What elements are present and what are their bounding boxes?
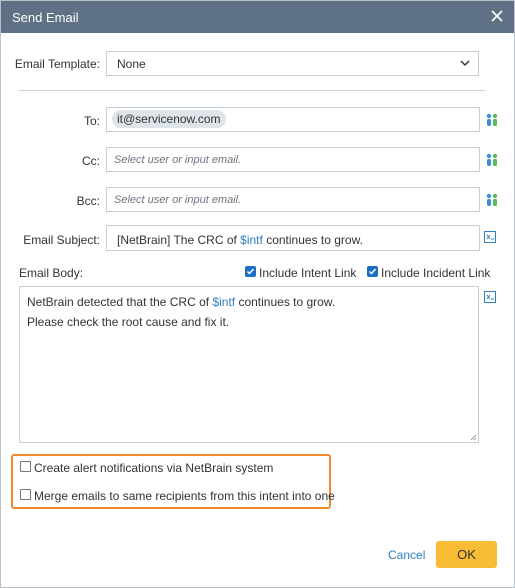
cancel-button[interactable]: Cancel <box>388 548 425 562</box>
bcc-label: Bcc: <box>76 194 100 208</box>
people-icon[interactable] <box>485 113 499 127</box>
include-incident-link-label[interactable]: Include Incident Link <box>381 266 490 280</box>
include-incident-link-checkbox[interactable] <box>367 266 378 277</box>
people-icon[interactable] <box>485 193 499 207</box>
body-variable: $intf <box>212 295 236 309</box>
template-select[interactable]: None <box>106 51 479 76</box>
body-label: Email Body: <box>19 266 84 280</box>
recipient-chip[interactable]: it@servicenow.com <box>112 110 226 128</box>
people-icon[interactable] <box>485 153 499 167</box>
create-alert-checkbox[interactable] <box>20 461 31 472</box>
email-body-textarea[interactable]: NetBrain detected that the CRC of $intf … <box>19 286 479 443</box>
close-icon[interactable] <box>486 5 508 27</box>
check-icon <box>246 268 255 275</box>
variable-icon[interactable] <box>484 291 496 303</box>
to-label: To: <box>83 114 100 128</box>
dialog-titlebar: Send Email <box>1 1 514 33</box>
include-intent-link-label[interactable]: Include Intent Link <box>259 266 356 280</box>
merge-emails-label[interactable]: Merge emails to same recipients from thi… <box>34 489 335 503</box>
subject-label: Email Subject: <box>23 233 100 247</box>
subject-variable: $intf <box>240 233 263 247</box>
bcc-field[interactable]: Select user or input email. <box>106 187 480 212</box>
chevron-down-icon <box>460 60 470 67</box>
bcc-placeholder: Select user or input email. <box>114 194 242 206</box>
ok-button[interactable]: OK <box>436 541 497 568</box>
subject-text: [NetBrain] The CRC of $intf continues to… <box>117 233 363 247</box>
template-label: Email Template: <box>14 57 100 71</box>
check-icon <box>368 268 377 275</box>
dialog-title: Send Email <box>12 10 79 25</box>
create-alert-label[interactable]: Create alert notifications via NetBrain … <box>34 461 273 475</box>
cc-label: Cc: <box>82 154 100 168</box>
cc-placeholder: Select user or input email. <box>114 154 242 166</box>
merge-emails-checkbox[interactable] <box>20 489 31 500</box>
subject-input[interactable]: [NetBrain] The CRC of $intf continues to… <box>106 225 480 251</box>
cc-field[interactable]: Select user or input email. <box>106 147 480 172</box>
body-line-2: Please check the root cause and fix it. <box>27 315 230 329</box>
body-line-1: NetBrain detected that the CRC of $intf … <box>27 295 336 309</box>
include-intent-link-checkbox[interactable] <box>245 266 256 277</box>
resize-handle-icon[interactable] <box>469 433 477 441</box>
divider <box>19 90 485 91</box>
template-value: None <box>117 57 146 71</box>
to-field[interactable]: it@servicenow.com <box>106 107 480 132</box>
variable-icon[interactable] <box>484 231 496 243</box>
send-email-dialog: Send Email Email Template: None To: it@s… <box>0 0 515 588</box>
